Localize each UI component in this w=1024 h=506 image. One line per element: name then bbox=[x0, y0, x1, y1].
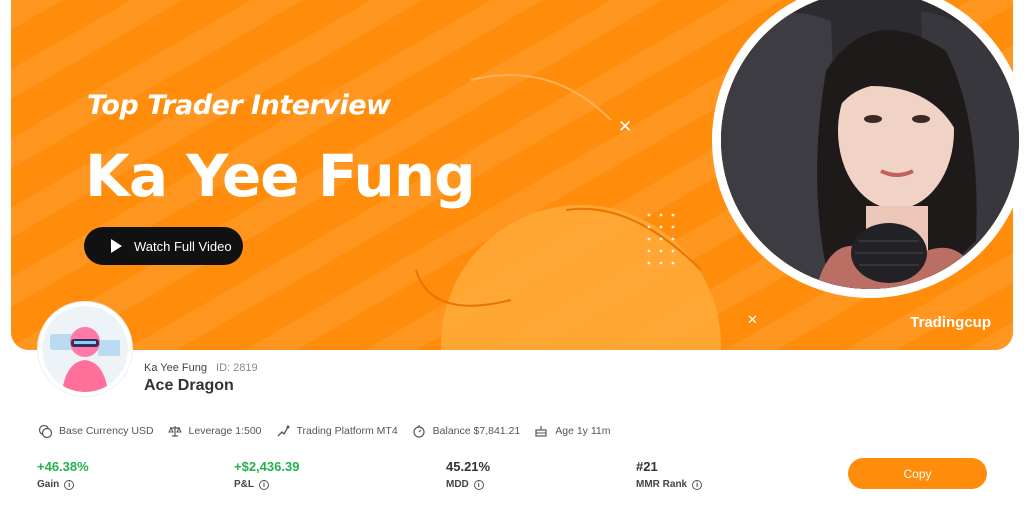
stat-pnl-label-row: P&L i bbox=[234, 479, 299, 490]
currency-icon bbox=[38, 424, 52, 438]
meta-balance: Balance $7,841.21 bbox=[412, 424, 521, 438]
stat-mmr-rank-label: MMR Rank bbox=[636, 479, 688, 490]
stat-pnl-label: P&L bbox=[234, 479, 254, 490]
balance-icon bbox=[413, 425, 425, 438]
meta-platform: Trading Platform MT4 bbox=[276, 424, 398, 438]
meta-leverage: Leverage 1:500 bbox=[167, 424, 262, 438]
banner-subtitle: Top Trader Interview bbox=[87, 90, 391, 121]
watch-video-button[interactable]: Watch Full Video bbox=[84, 227, 243, 265]
stat-mmr-rank: #21 MMR Rank i bbox=[636, 459, 703, 490]
play-icon bbox=[111, 239, 122, 253]
close-icon: ✕ bbox=[747, 312, 758, 327]
stat-mdd-label: MDD bbox=[446, 479, 469, 490]
meta-balance-text: Balance $7,841.21 bbox=[432, 425, 521, 437]
info-icon[interactable]: i bbox=[692, 479, 703, 490]
profile-name: Ka Yee Fung bbox=[144, 362, 208, 374]
stat-pnl: +$2,436.39 P&L i bbox=[234, 459, 299, 490]
meta-platform-text: Trading Platform MT4 bbox=[296, 425, 398, 437]
brand-logo: Tradingcup bbox=[910, 314, 991, 331]
age-icon bbox=[535, 426, 547, 437]
stat-mmr-rank-value: #21 bbox=[636, 459, 658, 474]
stat-mdd: 45.21% MDD i bbox=[446, 459, 490, 490]
platform-icon bbox=[277, 425, 290, 437]
info-icon[interactable]: i bbox=[259, 479, 269, 490]
meta-age-text: Age 1y 11m bbox=[555, 425, 611, 437]
stat-gain-label-row: Gain i bbox=[37, 479, 89, 490]
scale-icon bbox=[167, 426, 182, 437]
stat-pnl-value: +$2,436.39 bbox=[234, 459, 300, 474]
avatar bbox=[38, 302, 132, 396]
banner-title: Ka Yee Fung bbox=[85, 142, 476, 210]
close-icon: ✕ bbox=[618, 117, 633, 136]
stat-mdd-label-row: MDD i bbox=[446, 479, 490, 490]
profile-name-row: Ka Yee Fung ID: 2819 bbox=[144, 362, 258, 374]
meta-leverage-text: Leverage 1:500 bbox=[188, 425, 262, 437]
account-meta: Base Currency USD Leverage 1:500 Trading… bbox=[38, 424, 625, 438]
profile-nickname: Ace Dragon bbox=[144, 377, 234, 394]
meta-base-currency-text: Base Currency USD bbox=[59, 425, 154, 437]
stat-gain: +46.38% Gain i bbox=[37, 459, 89, 490]
stat-gain-label: Gain bbox=[37, 479, 60, 490]
stat-mdd-value: 45.21% bbox=[446, 459, 491, 474]
watch-video-label: Watch Full Video bbox=[134, 238, 232, 254]
stat-mmr-rank-label-row: MMR Rank i bbox=[636, 479, 703, 490]
profile-id: ID: 2819 bbox=[216, 362, 258, 374]
stat-gain-value: +46.38% bbox=[37, 459, 89, 474]
meta-age: Age 1y 11m bbox=[534, 424, 611, 438]
info-icon[interactable]: i bbox=[64, 479, 75, 490]
meta-base-currency: Base Currency USD bbox=[38, 424, 154, 438]
info-icon[interactable]: i bbox=[473, 479, 484, 490]
copy-button[interactable]: Copy bbox=[848, 458, 987, 489]
